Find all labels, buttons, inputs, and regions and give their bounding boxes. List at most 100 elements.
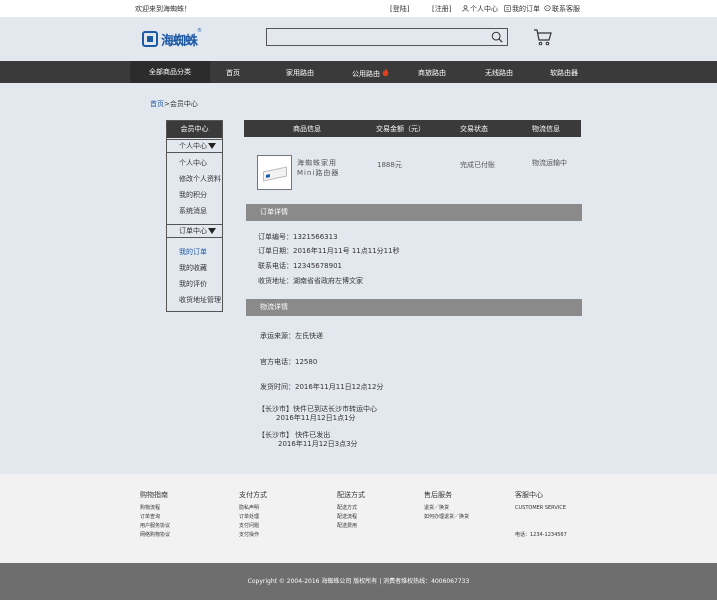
nav-item-public-router[interactable]: 公用路由	[352, 68, 389, 79]
order-list-icon	[504, 5, 511, 12]
footer-links: 购物指南 购物流程 订单查询 用户服务协议 网络购物协议 支付方式 隐私声明 订…	[0, 474, 717, 563]
order-date: 订单日期：2016年11月11号 11点11分11秒	[258, 247, 400, 255]
sidebar-group-personal[interactable]: 个人中心	[167, 139, 222, 153]
footer-link[interactable]: 订单查询	[140, 513, 170, 522]
footer-link[interactable]: 支付操作	[239, 531, 267, 540]
col-amount: 交易金额（元）	[376, 125, 425, 133]
breadcrumb-current: 会员中心	[169, 100, 198, 108]
search-box[interactable]	[266, 28, 508, 46]
nav-item-home[interactable]: 首页	[226, 68, 240, 78]
footer-col-title: 售后服务	[424, 491, 452, 499]
nav-item-public-router-label: 公用路由	[352, 70, 380, 78]
logistics-official-phone: 官方电话：12580	[260, 358, 318, 366]
triangle-down-icon	[208, 228, 216, 234]
footer-col-customer-service: 客服中心 CUSTOMER SERVICE 电话：1234-1234567	[515, 490, 567, 540]
footer-col-title: 支付方式	[239, 491, 267, 499]
logistics-carrier: 承运来源：左氏快递	[260, 332, 323, 340]
footer-link[interactable]: 隐私声明	[239, 504, 267, 513]
footer-link[interactable]: 购物流程	[140, 504, 170, 513]
col-logistics: 物流信息	[532, 125, 560, 133]
logo-mark-icon	[142, 31, 158, 47]
tracking-event-1-time: 2016年11月12日1点1分	[276, 414, 356, 422]
welcome-text: 欢迎来到海蜘蛛！	[135, 5, 191, 13]
footer-link[interactable]: 配送方式	[337, 504, 365, 513]
sidebar-item-personal-center[interactable]: 个人中心	[179, 158, 207, 168]
logistics-detail-header: 物流详情	[246, 299, 582, 316]
tracking-event-2-time: 2016年11月12日3点3分	[278, 440, 358, 448]
order-logistics: 物流运输中	[532, 159, 567, 167]
footer-link[interactable]: 退货／换货	[424, 504, 469, 513]
footer-service-phone: 电话：1234-1234567	[515, 532, 567, 538]
all-categories-button[interactable]: 全部商品分类	[130, 61, 210, 83]
footer-col-payment: 支付方式 隐私声明 订单处理 支付问题 支付操作	[239, 490, 267, 540]
sidebar-item-my-orders[interactable]: 我的订单	[179, 247, 207, 257]
cart-icon[interactable]	[533, 27, 553, 47]
sidebar-item-my-favorites[interactable]: 我的收藏	[179, 263, 207, 273]
contact-phone: 联系电话：12345678901	[258, 262, 342, 270]
nav-item-soft-router[interactable]: 软路由器	[550, 68, 578, 78]
footer-col-title: 配送方式	[337, 491, 365, 499]
footer-link[interactable]: 支付问题	[239, 522, 267, 531]
personal-center-link[interactable]: 个人中心	[462, 4, 498, 14]
col-product-info: 商品信息	[293, 125, 321, 133]
footer-spacer	[515, 522, 567, 531]
chat-bubble-icon	[544, 5, 551, 11]
footer-link[interactable]: 订单处理	[239, 513, 267, 522]
sidebar-item-address-management[interactable]: 收货地址管理	[179, 295, 221, 305]
footer-link[interactable]: 网络购物协议	[140, 531, 170, 540]
sidebar-item-system-messages[interactable]: 系统消息	[179, 206, 207, 216]
my-orders-label: 我的订单	[512, 5, 540, 13]
top-bar: 欢迎来到海蜘蛛！ [登陆] [注册] 个人中心 我的订单 联系客服	[0, 0, 717, 17]
register-link[interactable]: [注册]	[432, 4, 451, 14]
product-name-line2: Mini路由器	[297, 169, 340, 177]
logo-registered-mark: ®	[197, 28, 203, 34]
footer-service-label: CUSTOMER SERVICE	[515, 505, 566, 511]
sidebar-item-my-reviews[interactable]: 我的评价	[179, 279, 207, 289]
logistics-ship-time: 发货时间：2016年11月11日12点12分	[260, 383, 384, 391]
footer-link[interactable]: 配送流程	[337, 513, 365, 522]
header: 海蜘蛛 ®	[0, 17, 717, 61]
order-amount: 1888元	[377, 161, 402, 169]
member-sidebar: 会员中心 个人中心 个人中心 修改个人资料 我的积分 系统消息 订单中心 我的订…	[166, 120, 223, 312]
footer-col-shopping-guide: 购物指南 购物流程 订单查询 用户服务协议 网络购物协议	[140, 490, 170, 540]
sidebar-item-edit-profile[interactable]: 修改个人资料	[179, 174, 221, 184]
search-icon[interactable]	[491, 31, 503, 43]
product-thumbnail[interactable]	[257, 155, 292, 190]
login-link[interactable]: [登陆]	[390, 4, 409, 14]
order-status: 完成已付账	[460, 161, 495, 169]
order-table-header: 商品信息 交易金额（元） 交易状态 物流信息	[244, 120, 581, 137]
footer-col-delivery: 配送方式 配送方式 配送流程 配送费用	[337, 490, 365, 531]
personal-center-label: 个人中心	[470, 5, 498, 13]
nav-item-wireless-router[interactable]: 无线路由	[485, 68, 513, 78]
sidebar-group-orders[interactable]: 订单中心	[167, 224, 222, 238]
contact-service-link[interactable]: 联系客服	[544, 4, 580, 14]
footer-spacer	[515, 513, 567, 522]
product-name-line1: 海蜘蛛家用	[297, 159, 337, 167]
sidebar-title: 会员中心	[167, 121, 222, 138]
footer-link[interactable]: 用户服务协议	[140, 522, 170, 531]
footer-col-title: 购物指南	[140, 491, 168, 499]
col-status: 交易状态	[460, 125, 488, 133]
breadcrumb-home-link[interactable]: 首页	[150, 100, 164, 108]
triangle-down-icon	[208, 143, 216, 149]
hot-flame-icon	[382, 68, 389, 77]
footer-link[interactable]: 配送费用	[337, 522, 365, 531]
logo-text: 海蜘蛛	[161, 33, 198, 49]
footer-col-after-sales: 售后服务 退货／换货 如何办理退货／换货	[424, 490, 469, 522]
copyright-bar: Copyright © 2004-2016 海蜘蛛公司 版权所有 | 消费者维权…	[0, 563, 717, 600]
footer-col-title: 客服中心	[515, 491, 543, 499]
main-nav: 全部商品分类 首页 家用路由 公用路由 商旅路由 无线路由 软路由器	[0, 61, 717, 83]
nav-item-home-router[interactable]: 家用路由	[286, 68, 314, 78]
sidebar-group-orders-label: 订单中心	[179, 227, 207, 235]
sidebar-group-personal-label: 个人中心	[179, 142, 207, 150]
sidebar-item-my-points[interactable]: 我的积分	[179, 190, 207, 200]
site-logo[interactable]: 海蜘蛛 ®	[142, 28, 202, 50]
footer-link[interactable]: 如何办理退货／换货	[424, 513, 469, 522]
order-number: 订单编号：1321566313	[258, 233, 338, 241]
order-detail-header: 订单详情	[246, 204, 582, 221]
product-name[interactable]: 海蜘蛛家用 Mini路由器	[297, 158, 339, 178]
nav-item-business-router[interactable]: 商旅路由	[418, 68, 446, 78]
my-orders-link[interactable]: 我的订单	[504, 4, 540, 14]
shipping-address: 收货地址：湖南省省政府左博文家	[258, 277, 363, 285]
contact-service-label: 联系客服	[552, 5, 580, 13]
